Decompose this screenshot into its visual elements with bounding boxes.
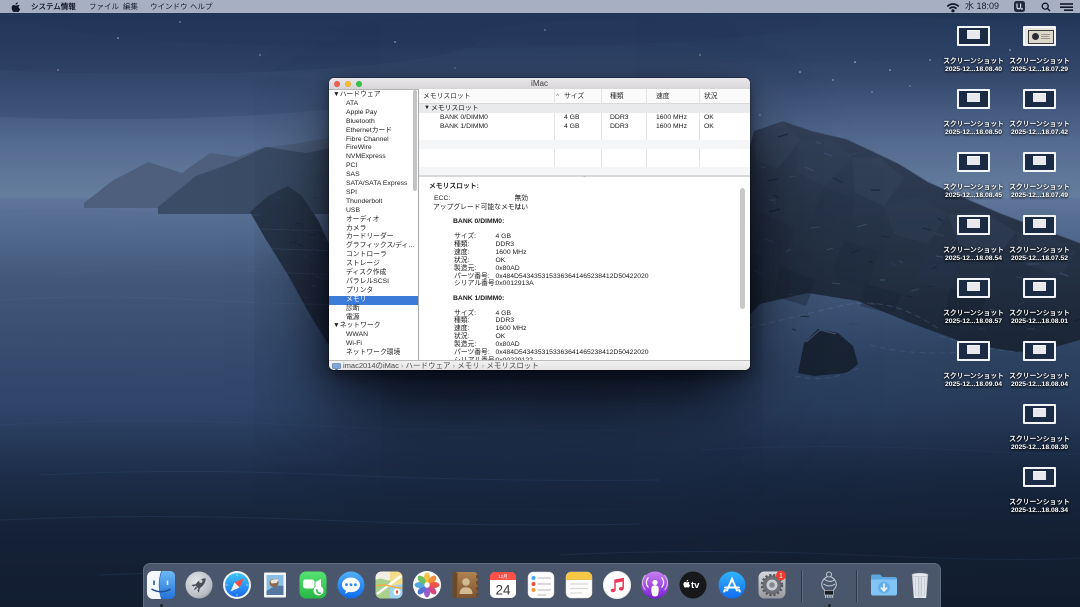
svg-text:24: 24 — [495, 583, 511, 598]
svg-text:1: 1 — [779, 573, 783, 580]
svg-text:tv: tv — [691, 580, 700, 591]
